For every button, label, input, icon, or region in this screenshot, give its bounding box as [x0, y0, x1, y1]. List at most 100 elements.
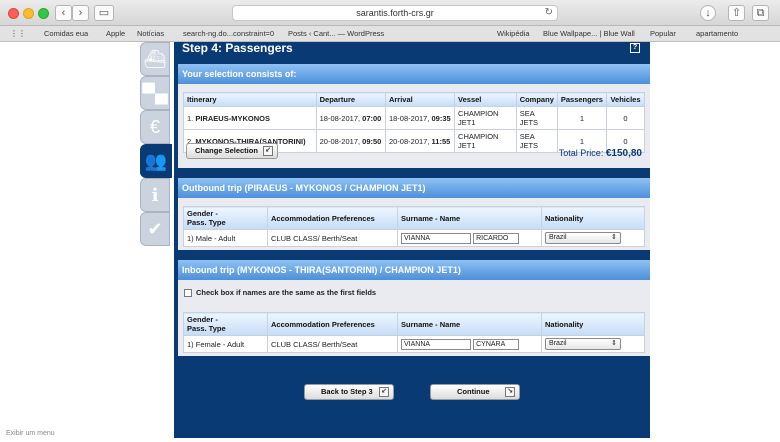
name-input[interactable]: CYNARA — [473, 338, 520, 350]
column-header: Accommodation Preferences — [267, 206, 398, 230]
column-header: Surname - Name — [397, 312, 542, 336]
address-bar[interactable]: sarantis.forth-crs.gr ↻ — [232, 5, 558, 21]
column-header: Passengers — [556, 92, 607, 107]
column-header-gender: Gender - Pass. Type — [183, 312, 268, 336]
change-selection-label: Change Selection — [195, 146, 258, 155]
company-cell: SEA JETS — [515, 129, 558, 153]
downloads-icon[interactable]: ↓ — [700, 5, 716, 21]
itinerary-cell: 1. PIRAEUS-MYKONOS — [183, 106, 317, 130]
departure-cell: 20-08-2017, 09:50 — [315, 129, 386, 153]
reload-icon[interactable]: ↻ — [545, 6, 553, 20]
selection-heading: Your selection consists of: — [178, 64, 650, 84]
vessel-cell: CHAMPION JET1 — [454, 106, 517, 130]
column-header: Nationality — [541, 312, 645, 336]
departure-cell: 18-08-2017, 07:00 — [315, 106, 386, 130]
edit-icon: ↙ — [263, 146, 273, 156]
column-header: Arrival — [384, 92, 456, 107]
step-tab-price[interactable]: € — [140, 110, 170, 144]
same-names-option[interactable]: Check box if names are the same as the f… — [184, 288, 377, 298]
step-tabs: ⛴ ▀▄ € 👥 i ✔ — [140, 42, 172, 252]
checkmark-icon: ✔ — [147, 219, 163, 239]
step-tab-passengers[interactable]: 👥 — [140, 144, 172, 178]
back-to-step3-button[interactable]: Back to Step 3 ↙ — [304, 384, 394, 400]
select-arrows-icon: ⇕ — [611, 234, 617, 241]
table-row: 1. PIRAEUS-MYKONOS 18-08-2017, 07:00 18-… — [183, 106, 646, 130]
total-price-value: €150,80 — [605, 148, 642, 159]
bookmark-item[interactable]: Comidas eua — [44, 29, 88, 38]
nationality-select[interactable]: Brazil ⇕ — [545, 338, 621, 350]
passenger-type-cell: 1) Female - Adult — [183, 335, 268, 353]
name-input[interactable]: RICARDO — [473, 232, 520, 244]
arrival-cell: 18-08-2017, 09:35 — [384, 106, 456, 130]
url-text: sarantis.forth-crs.gr — [356, 8, 434, 18]
minimize-window-button[interactable] — [23, 8, 34, 19]
outbound-heading: Outbound trip (PIRAEUS - MYKONOS / CHAMP… — [178, 178, 650, 198]
surname-name-cell: VIANNA CYNARA — [397, 335, 542, 353]
help-icon[interactable]: ? — [630, 43, 640, 53]
nationality-cell: Brazil ⇕ — [541, 229, 645, 247]
step-tab-info[interactable]: i — [140, 178, 170, 212]
same-names-label: Check box if names are the same as the f… — [196, 288, 377, 297]
bookmark-item[interactable]: search-ng.do...constraint=0 — [183, 29, 274, 38]
column-header: Company — [515, 92, 558, 107]
nationality-cell: Brazil ⇕ — [541, 335, 645, 353]
continue-button-label: Continue — [457, 387, 490, 396]
column-header: Vehicles — [605, 92, 646, 107]
zoom-window-button[interactable] — [38, 8, 49, 19]
bookmark-item[interactable]: apartamento — [696, 29, 738, 38]
surname-input[interactable]: VIANNA — [401, 232, 471, 244]
sidebar-toggle-icon[interactable]: ▭ — [94, 5, 114, 21]
outbound-passenger-table: Gender - Pass. Type Accommodation Prefere… — [183, 206, 645, 247]
accommodation-cell: CLUB CLASS/ Berth/Seat — [267, 335, 398, 353]
step-tab-accommodation[interactable]: ▀▄ — [140, 76, 170, 110]
vessel-cell: CHAMPION JET1 — [454, 129, 517, 153]
page-title: Step 4: Passengers — [182, 41, 293, 55]
arrival-cell: 20-08-2017, 11:55 — [384, 129, 456, 153]
back-arrow-icon: ↙ — [379, 387, 389, 397]
bookmark-item[interactable]: Notícias — [137, 29, 164, 38]
back-arrow-icon[interactable]: ‹ — [55, 5, 72, 21]
grid-icon[interactable]: ⋮⋮ — [10, 29, 26, 38]
change-selection-button[interactable]: Change Selection ↙ — [186, 143, 278, 159]
surname-name-cell: VIANNA RICARDO — [397, 229, 542, 247]
ferry-icon: ⛴ — [143, 49, 167, 69]
passenger-type-cell: 1) Male - Adult — [183, 229, 268, 247]
forward-arrow-icon[interactable]: › — [72, 5, 89, 21]
continue-button[interactable]: Continue ↘ — [430, 384, 520, 400]
column-header: Surname - Name — [397, 206, 542, 230]
tabs-overview-icon[interactable]: ⧉ — [752, 5, 769, 21]
accommodation-cell: CLUB CLASS/ Berth/Seat — [267, 229, 398, 247]
column-header: Departure — [315, 92, 386, 107]
browser-titlebar: ‹ › ▭ sarantis.forth-crs.gr ↻ ↓ ⇧ ⧉ — [0, 0, 780, 26]
bookmarks-bar: ⋮⋮ Comidas eua Apple Notícias search-ng.… — [0, 26, 780, 42]
column-header-gender: Gender - Pass. Type — [183, 206, 268, 230]
bookmark-item[interactable]: Blue Wallpape... | Blue Wall — [543, 29, 635, 38]
bookmark-item[interactable]: Wikipédia — [497, 29, 530, 38]
column-header: Vessel — [454, 92, 517, 107]
share-icon[interactable]: ⇧ — [728, 5, 745, 21]
company-cell: SEA JETS — [515, 106, 558, 130]
inbound-passenger-table: Gender - Pass. Type Accommodation Prefere… — [183, 312, 645, 353]
table-row: 1) Female - Adult CLUB CLASS/ Berth/Seat… — [183, 335, 645, 353]
bookmark-item[interactable]: Apple — [106, 29, 125, 38]
bookmark-item[interactable]: Popular — [650, 29, 676, 38]
forward-arrow-icon: ↘ — [505, 387, 515, 397]
passengers-cell: 1 — [556, 106, 607, 130]
nationality-select[interactable]: Brazil ⇕ — [545, 232, 621, 244]
outbound-panel: Outbound trip (PIRAEUS - MYKONOS / CHAMP… — [178, 178, 650, 250]
surname-input[interactable]: VIANNA — [401, 338, 471, 350]
total-price-label: Total Price: — [558, 148, 604, 158]
passengers-icon: 👥 — [144, 151, 168, 171]
inbound-panel: Inbound trip (MYKONOS - THIRA(SANTORINI)… — [178, 260, 650, 356]
step-tab-ferry[interactable]: ⛴ — [140, 42, 170, 76]
booking-wizard: Step 4: Passengers ? Your selection cons… — [174, 41, 650, 438]
close-window-button[interactable] — [8, 8, 19, 19]
select-arrows-icon: ⇕ — [611, 340, 617, 347]
total-price: Total Price: €150,80 — [559, 148, 642, 159]
same-names-checkbox[interactable] — [184, 289, 192, 298]
euro-icon: € — [149, 117, 160, 137]
bookmark-item[interactable]: Posts ‹ Cant... — WordPress — [288, 29, 384, 38]
step-tab-confirm[interactable]: ✔ — [140, 212, 170, 246]
bed-icon: ▀▄ — [142, 83, 168, 103]
status-bar: Exibir um menu — [6, 430, 55, 437]
